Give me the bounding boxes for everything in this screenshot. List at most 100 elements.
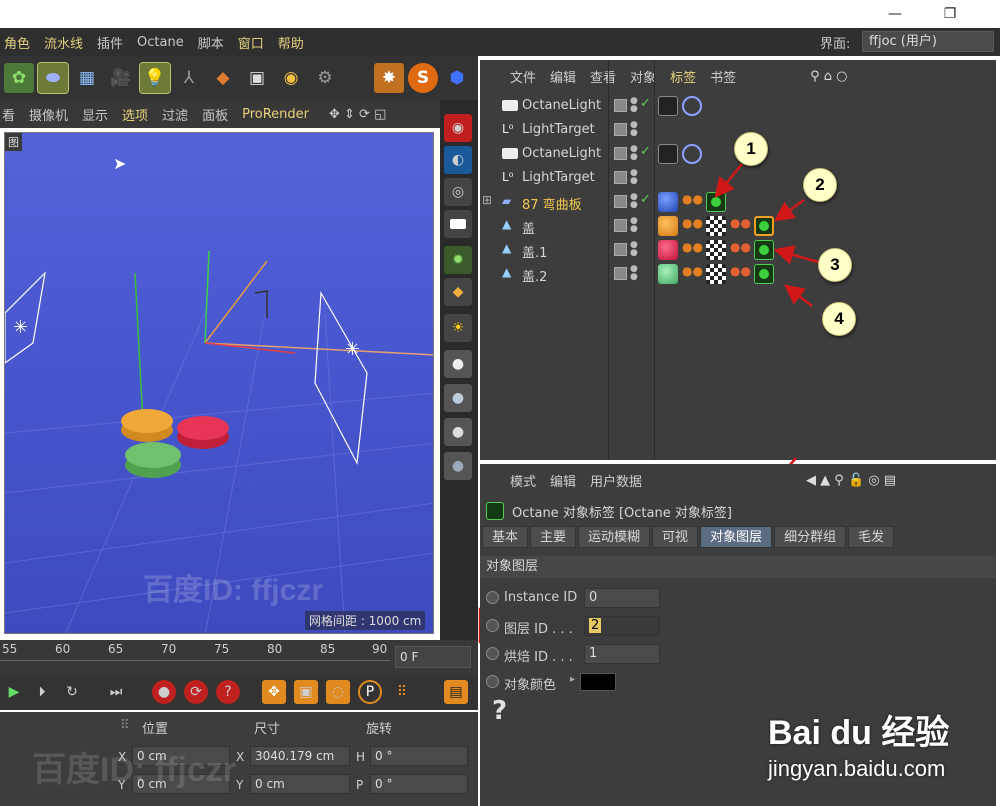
vmenu-prorender[interactable]: ProRender [242, 107, 309, 122]
render-dots[interactable]: ● ● [630, 97, 638, 115]
texture-tag-icon[interactable]: ●● [682, 216, 703, 236]
object-name[interactable]: 盖.2 [522, 266, 547, 285]
object-name[interactable]: OctaneLight [522, 98, 601, 113]
bake-id-field[interactable]: 1 [584, 644, 660, 664]
tab-object-layer[interactable]: 对象图层 [700, 526, 773, 548]
octane-live-icon[interactable]: ◐ [444, 146, 472, 174]
param-key-icon[interactable]: P [358, 680, 382, 704]
vmenu-display[interactable]: 显示 [82, 105, 108, 124]
texture-tag-icon[interactable]: ●● [730, 264, 751, 284]
deformer-icon[interactable]: ⬬ [37, 62, 69, 94]
tab-main[interactable]: 主要 [530, 526, 577, 548]
enable-check-icon[interactable]: ✓ [640, 192, 651, 207]
viewport-nav-icons[interactable]: ✥ ⇕ ⟳ ◱ [329, 107, 386, 122]
am-mode[interactable]: 模式 [510, 471, 536, 490]
light-tag-icon[interactable] [658, 96, 678, 116]
om-tags[interactable]: 标签 [670, 67, 696, 86]
material-tag-icon[interactable] [658, 264, 678, 284]
om-bookmarks[interactable]: 书签 [710, 67, 736, 86]
sun-icon[interactable]: ☀ [444, 314, 472, 342]
texture-tag-icon[interactable]: ●● [682, 240, 703, 260]
render-dots[interactable]: ● ● [630, 169, 638, 187]
rotation-h-field[interactable]: 0 ° [370, 746, 468, 766]
specular-sphere-icon[interactable]: ● [444, 418, 472, 446]
render-dots[interactable]: ● ● [630, 193, 638, 211]
pin-icon[interactable]: ⬢ [442, 63, 472, 93]
camera-icon[interactable]: 🎥 [106, 63, 136, 93]
checker-tag-icon[interactable] [706, 216, 726, 236]
menu-help[interactable]: 帮助 [278, 33, 304, 52]
size-y-field[interactable]: 0 cm [250, 774, 350, 794]
texture-tag-icon[interactable]: ●● [682, 264, 703, 284]
go-end-icon[interactable]: ⏭ [104, 680, 128, 704]
layout-select[interactable]: ffjoc (用户) [862, 31, 994, 52]
layer-id-field[interactable]: 2 [584, 616, 660, 636]
octane-object-tag-icon[interactable] [754, 240, 774, 260]
octane-object-tag-icon[interactable] [754, 264, 774, 284]
target-icon[interactable]: ◎ [444, 178, 472, 206]
tab-motion-blur[interactable]: 运动模糊 [578, 526, 651, 548]
generator-icon[interactable]: ✿ [4, 63, 34, 93]
object-row[interactable]: OctaneLight ● ● ✓ [480, 94, 996, 118]
help-icon[interactable]: ? [492, 696, 507, 726]
next-frame-icon[interactable]: ⏵ [30, 680, 54, 704]
light-tag-icon[interactable] [658, 144, 678, 164]
xyz-icon[interactable]: ◉ [276, 63, 306, 93]
pla-key-icon[interactable]: ⠿ [390, 680, 414, 704]
vmenu-panel[interactable]: 面板 [202, 105, 228, 124]
expand-icon[interactable]: ⊞ [482, 193, 492, 207]
render-dots[interactable]: ● ● [630, 241, 638, 259]
area-light-icon[interactable] [444, 210, 472, 238]
render-dots[interactable]: ● ● [630, 145, 638, 163]
target-tag-icon[interactable] [682, 144, 702, 164]
material-tag-icon[interactable] [658, 192, 678, 212]
render-dots[interactable]: ● ● [630, 121, 638, 139]
menu-plugins[interactable]: 插件 [97, 33, 123, 52]
key-help-icon[interactable]: ? [216, 680, 240, 704]
octane-object-tag-icon[interactable] [754, 216, 774, 236]
object-icon[interactable]: ◆ [444, 278, 472, 306]
am-nav-icons[interactable]: ◀ ▲ ⚲ 🔓 ◎ ▤ [806, 473, 896, 488]
object-color-swatch[interactable] [580, 673, 616, 691]
keyframe-radio[interactable] [486, 647, 499, 660]
vmenu-view[interactable]: 看 [2, 105, 15, 124]
object-name[interactable]: 盖.1 [522, 242, 547, 261]
material-tag-icon[interactable] [658, 216, 678, 236]
checker-tag-icon[interactable] [706, 264, 726, 284]
enable-check-icon[interactable]: ✓ [640, 96, 651, 111]
mix-sphere-icon[interactable]: ● [444, 452, 472, 480]
menu-octane[interactable]: Octane [137, 35, 184, 50]
keyframe-radio[interactable] [486, 675, 499, 688]
object-row[interactable]: L⁰ LightTarget ● ● [480, 166, 996, 190]
om-search-icon[interactable]: ⚲ ⌂ ○ [810, 69, 847, 84]
menu-character[interactable]: 角色 [4, 33, 30, 52]
texture-tag-icon[interactable]: ●● [682, 192, 703, 212]
object-row[interactable]: ▲ 盖.2 ● ● ●● ●● [480, 262, 996, 286]
skeleton-icon[interactable]: ⅄ [174, 63, 204, 93]
om-view[interactable]: 查看 [590, 67, 616, 86]
object-name[interactable]: LightTarget [522, 122, 595, 137]
glossy-sphere-icon[interactable]: ● [444, 384, 472, 412]
rotate-key-icon[interactable]: ◌ [326, 680, 350, 704]
render-view-icon[interactable]: ◉ [444, 114, 472, 142]
emitter-icon[interactable]: ✹ [444, 246, 472, 274]
tab-basic[interactable]: 基本 [482, 526, 529, 548]
vmenu-options[interactable]: 选项 [122, 105, 148, 124]
render-icon[interactable]: ▣ [242, 63, 272, 93]
vmenu-camera[interactable]: 摄像机 [29, 105, 68, 124]
keyframe-radio[interactable] [486, 591, 499, 604]
menu-script[interactable]: 脚本 [198, 33, 224, 52]
octane-object-tag-icon[interactable] [706, 192, 726, 212]
visibility-toggle[interactable] [614, 171, 627, 184]
object-name[interactable]: LightTarget [522, 170, 595, 185]
expand-arrow-icon[interactable]: ▸ [570, 674, 575, 685]
object-row[interactable]: ▲ 盖 ● ● ●● ●● [480, 214, 996, 238]
instance-id-field[interactable]: 0 [584, 588, 660, 608]
timeline[interactable]: 55 60 65 70 75 80 85 90 0 F [0, 640, 478, 676]
render-dots[interactable]: ● ● [630, 217, 638, 235]
play-icon[interactable]: ▶ [2, 680, 26, 704]
object-name[interactable]: 87 弯曲板 [522, 194, 582, 213]
scale-key-icon[interactable]: ▣ [294, 680, 318, 704]
move-key-icon[interactable]: ✥ [262, 680, 286, 704]
tab-hair[interactable]: 毛发 [848, 526, 895, 548]
